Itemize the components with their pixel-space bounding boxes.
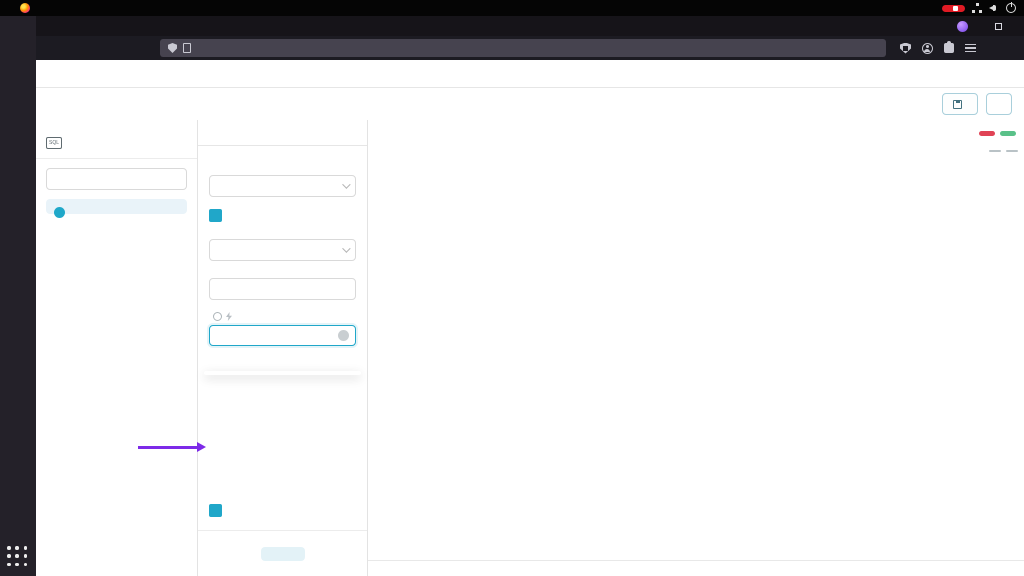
panel-footer [198,530,367,576]
page-info-icon[interactable] [183,43,191,53]
info-icon [54,207,65,218]
row-count-badge [979,131,995,136]
network-icon[interactable] [972,3,982,13]
sql-dataset-icon: SQL [46,137,62,149]
orientation-select[interactable] [209,239,356,261]
chart-title-bar [36,88,1024,120]
legend-inverse-button[interactable] [1006,150,1018,152]
tab-bar [36,16,1024,36]
os-top-bar [0,0,1024,16]
private-browsing-icon [957,21,968,32]
url-toolbar [36,36,1024,60]
pocket-shield-icon[interactable] [900,43,911,54]
account-icon[interactable] [922,43,933,54]
show-tooltip-row[interactable] [209,504,228,517]
show-legend-checkbox[interactable] [209,209,222,222]
search-metrics-input[interactable] [46,168,187,190]
save-disk-icon [953,100,962,109]
superset-app: SQL [36,60,1024,576]
firefox-mini-icon [20,3,30,13]
funnel-chart [368,120,1024,576]
restore-button[interactable] [995,23,1002,30]
create-dataset-alert [46,199,187,214]
chevron-down-icon [342,244,350,252]
info-circle-icon[interactable] [213,312,222,321]
superset-navbar [36,60,1024,88]
clear-icon[interactable] [338,330,349,341]
update-chart-button[interactable] [261,547,305,561]
customize-panel [198,120,368,576]
screen: SQL [0,0,1024,576]
show-tooltip-checkbox[interactable] [209,504,222,517]
private-browsing-badge [957,21,973,32]
tracking-shield-icon[interactable] [168,43,177,53]
more-options-button[interactable] [986,93,1012,115]
color-scheme-select[interactable] [209,175,356,197]
chart-legend [384,150,1018,152]
annotation-arrow [138,446,198,449]
show-legend-row[interactable] [209,209,356,222]
url-field[interactable] [160,39,886,57]
power-icon[interactable] [1006,3,1016,13]
legend-all-button[interactable] [989,150,1001,152]
margin-input[interactable] [209,278,356,300]
show-applications-button[interactable] [7,546,29,568]
chevron-down-icon [342,180,350,188]
extensions-icon[interactable] [944,43,954,53]
dataset-row[interactable]: SQL [46,137,187,149]
dock [0,16,36,576]
rerender-bolt-icon [226,312,232,321]
save-button[interactable] [942,93,978,115]
chart-panel [368,120,1024,576]
volume-icon[interactable] [989,3,999,13]
recording-timer-badge[interactable] [942,5,965,12]
label-contents-select[interactable] [209,325,356,346]
label-contents-dropdown [204,371,361,375]
query-duration-badge [1000,131,1016,136]
stop-icon [953,6,958,11]
workspace: SQL [36,120,1024,576]
menu-icon[interactable] [965,43,976,54]
label-contents-label [209,312,356,321]
firefox-window: SQL [36,16,1024,576]
chart-source-panel: SQL [36,120,198,576]
